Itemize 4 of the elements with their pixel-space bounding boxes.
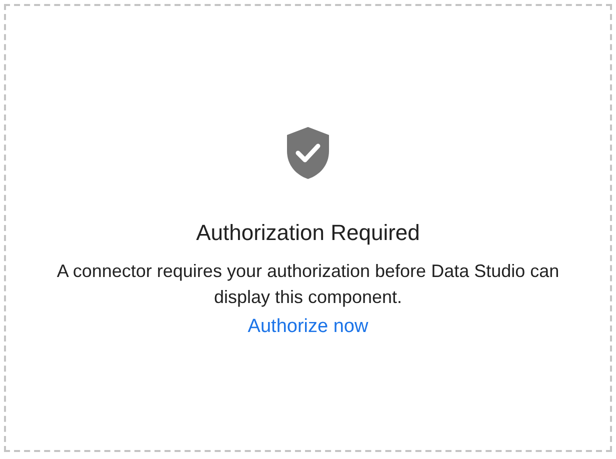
authorize-link[interactable]: Authorize now [248, 316, 368, 338]
card-title: Authorization Required [196, 220, 420, 246]
card-message: A connector requires your authorization before Data Studio can display this component. [56, 260, 560, 309]
shield-check-icon [285, 126, 331, 180]
